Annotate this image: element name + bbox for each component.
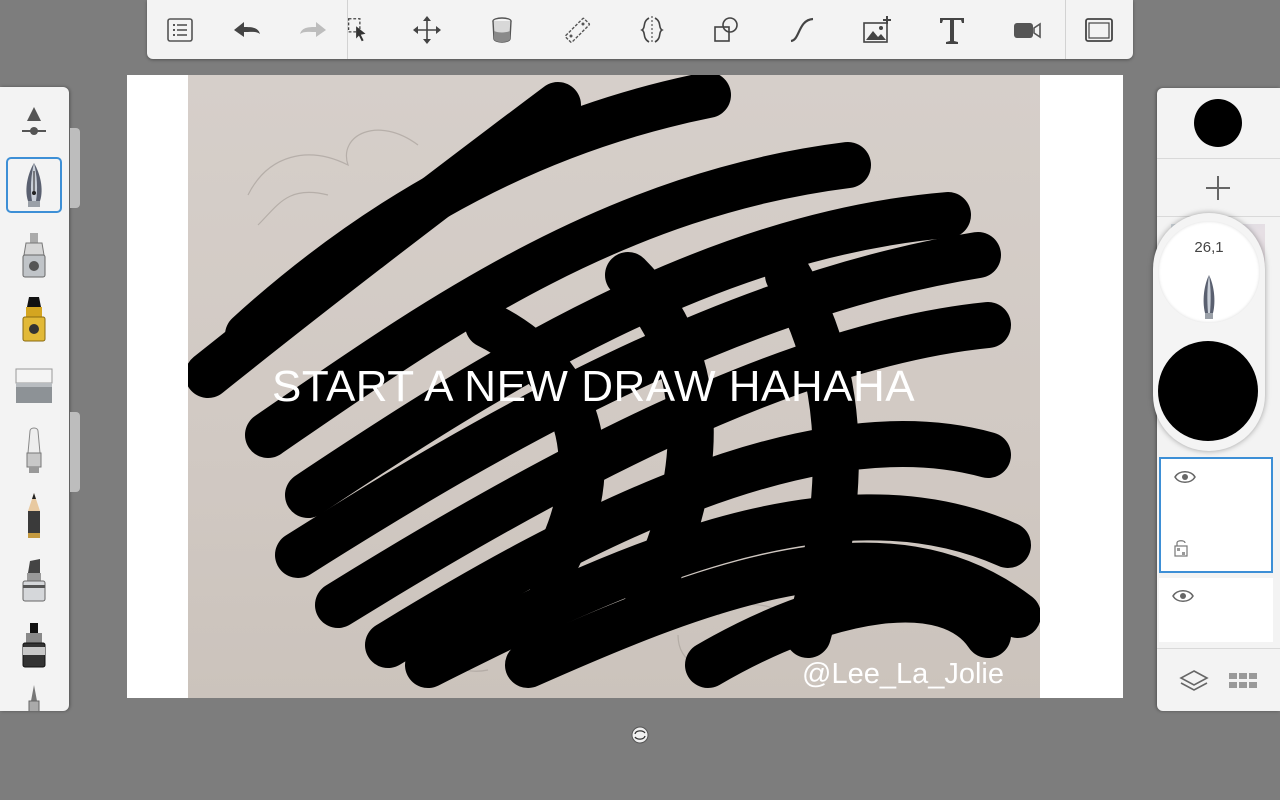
undo-icon[interactable] xyxy=(227,10,267,50)
canvas-image: START A NEW DRAW HAHAHA @Lee_La_Jolie xyxy=(188,75,1040,698)
watermark-text: @Lee_La_Jolie xyxy=(802,658,1004,690)
toolbar-divider xyxy=(1065,0,1066,59)
pencil-icon[interactable] xyxy=(6,487,62,543)
lock-transparency-icon[interactable] xyxy=(1173,539,1189,557)
layer-thumbnail[interactable] xyxy=(1159,578,1273,642)
layer-thumbnail-selected[interactable] xyxy=(1159,457,1273,573)
brush-panel-scroll-tab[interactable] xyxy=(70,128,80,208)
text-icon[interactable] xyxy=(932,10,972,50)
fill-bucket-icon[interactable] xyxy=(482,10,522,50)
canvas-caption-text: START A NEW DRAW HAHAHA xyxy=(272,362,916,411)
brush-opacity-puck[interactable] xyxy=(1158,341,1258,441)
eye-icon[interactable] xyxy=(1171,588,1195,604)
soft-eraser-icon[interactable] xyxy=(6,423,62,479)
layer-color-panel: 26,1 xyxy=(1153,88,1280,712)
fine-pen-icon[interactable] xyxy=(6,679,62,711)
fountain-pen-icon xyxy=(1203,275,1215,319)
top-toolbar xyxy=(147,0,1133,59)
brush-size-puck[interactable]: 26,1 xyxy=(1158,221,1260,323)
chisel-marker-icon[interactable] xyxy=(6,553,62,609)
list-icon[interactable] xyxy=(160,10,200,50)
redo-icon[interactable] xyxy=(293,10,333,50)
drawing-canvas[interactable]: START A NEW DRAW HAHAHA @Lee_La_Jolie xyxy=(127,75,1123,698)
record-icon[interactable] xyxy=(1007,10,1047,50)
ruler-icon[interactable] xyxy=(557,10,597,50)
stroke-icon[interactable] xyxy=(782,10,822,50)
panel-divider xyxy=(1157,158,1280,159)
add-image-icon[interactable] xyxy=(857,10,897,50)
fullscreen-icon[interactable] xyxy=(1079,10,1119,50)
selection-icon[interactable] xyxy=(343,10,373,50)
layers-icon[interactable] xyxy=(1178,665,1210,697)
grid-icon[interactable] xyxy=(1227,665,1259,697)
transform-icon[interactable] xyxy=(407,10,447,50)
shapes-icon[interactable] xyxy=(707,10,747,50)
brush-puck[interactable]: 26,1 xyxy=(1153,213,1265,451)
eye-icon[interactable] xyxy=(1173,469,1197,485)
add-layer-icon[interactable] xyxy=(1203,173,1233,203)
ink-pen-icon[interactable] xyxy=(6,617,62,673)
eraser-icon[interactable] xyxy=(6,357,62,413)
symmetry-icon[interactable] xyxy=(632,10,672,50)
fountain-pen-icon[interactable] xyxy=(6,157,62,213)
brush-library-panel xyxy=(0,87,69,711)
panel-footer xyxy=(1157,648,1280,712)
size-slider-icon[interactable] xyxy=(6,91,62,147)
marker-icon[interactable] xyxy=(6,291,62,347)
current-color-swatch[interactable] xyxy=(1194,99,1242,147)
brush-size-value: 26,1 xyxy=(1194,239,1224,256)
airbrush-icon[interactable] xyxy=(6,227,62,283)
canvas-rotate-handle-icon[interactable] xyxy=(630,725,650,745)
brush-panel-scroll-tab[interactable] xyxy=(70,412,80,492)
